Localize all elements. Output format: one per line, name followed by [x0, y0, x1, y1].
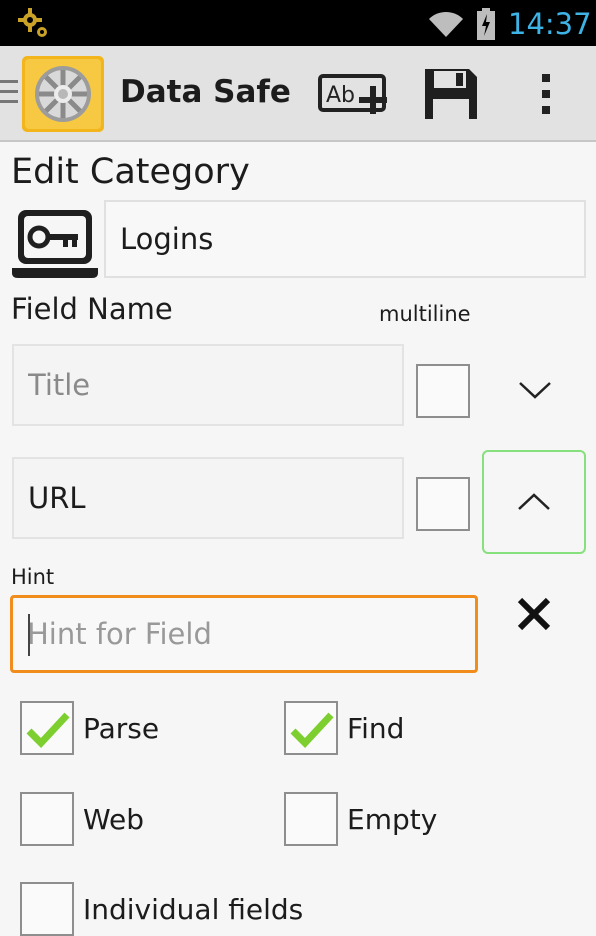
- text-cursor: [28, 614, 30, 656]
- multiline-checkbox-title[interactable]: [416, 364, 470, 418]
- category-name-input[interactable]: [104, 200, 586, 278]
- option-web[interactable]: Web: [20, 792, 144, 846]
- individual-fields-label: Individual fields: [83, 892, 304, 926]
- page-title: Edit Category: [11, 152, 250, 192]
- status-bar: 14:37: [0, 0, 596, 46]
- clear-hint-button[interactable]: [506, 586, 562, 642]
- move-up-button[interactable]: [482, 450, 586, 554]
- safe-icon[interactable]: [20, 54, 106, 134]
- option-parse[interactable]: Parse: [20, 701, 159, 755]
- option-empty[interactable]: Empty: [284, 792, 437, 846]
- save-icon: [425, 69, 477, 119]
- save-button[interactable]: [416, 62, 486, 126]
- action-bar: Data Safe Ab: [0, 46, 596, 142]
- parse-checkbox[interactable]: [20, 701, 74, 755]
- drawer-indicator-icon[interactable]: [0, 78, 20, 106]
- check-icon: [290, 712, 334, 749]
- parse-label: Parse: [83, 711, 160, 745]
- find-checkbox[interactable]: [284, 701, 338, 755]
- multiline-header: multiline: [379, 302, 471, 326]
- settings-notification-icon: [18, 8, 47, 37]
- rename-button[interactable]: Ab: [312, 62, 396, 126]
- web-checkbox[interactable]: [20, 792, 74, 846]
- app-title: Data Safe: [120, 74, 291, 110]
- option-individual-fields[interactable]: Individual fields: [20, 882, 303, 936]
- close-icon: [517, 597, 551, 631]
- empty-checkbox[interactable]: [284, 792, 338, 846]
- overflow-menu-button[interactable]: [518, 62, 574, 126]
- chevron-up-icon: [518, 493, 550, 510]
- multiline-checkbox-url[interactable]: [416, 477, 470, 531]
- field-title-input[interactable]: [12, 344, 404, 426]
- wifi-icon: [429, 11, 463, 37]
- overflow-menu-icon: [542, 74, 550, 114]
- option-find[interactable]: Find: [284, 701, 404, 755]
- key-laptop-icon[interactable]: [12, 206, 98, 282]
- web-label: Web: [83, 802, 145, 836]
- hint-label: Hint: [11, 565, 55, 589]
- check-icon: [26, 712, 70, 749]
- chevron-down-icon: [519, 382, 551, 399]
- empty-label: Empty: [347, 802, 438, 836]
- rename-icon: Ab: [318, 74, 387, 114]
- hint-input[interactable]: [10, 595, 478, 673]
- battery-charging-icon: [477, 8, 495, 40]
- move-down-button[interactable]: [504, 362, 566, 418]
- status-time: 14:37: [508, 7, 592, 41]
- field-url-input[interactable]: [12, 457, 404, 539]
- find-label: Find: [347, 711, 405, 745]
- field-name-header: Field Name: [11, 292, 173, 326]
- svg-text:Ab: Ab: [326, 83, 355, 108]
- individual-fields-checkbox[interactable]: [20, 882, 74, 936]
